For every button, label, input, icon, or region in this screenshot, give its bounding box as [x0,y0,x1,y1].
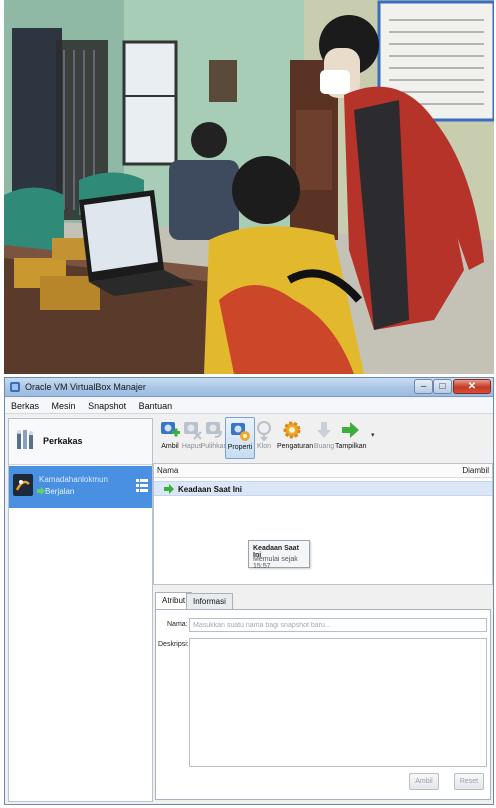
window-title: Oracle VM VirtualBox Manajer [25,382,146,392]
clone-button[interactable]: Klon [249,417,279,459]
tab-information[interactable]: Informasi [186,593,233,609]
show-arrow-icon [342,422,359,438]
reset-button[interactable]: Reset [454,773,484,790]
running-arrow-icon [37,487,45,495]
vm-tools-menu-icon[interactable] [136,478,148,493]
clone-icon [257,421,271,441]
column-name-header[interactable]: Nama [157,466,178,475]
column-taken-header[interactable]: Diambil [462,466,489,475]
menu-mesin[interactable]: Mesin [46,398,80,411]
clone-label: Klon [256,443,271,450]
restore-snapshot-icon [206,422,222,438]
snapshot-toolbar: Ambil Hapus Pulihkan Properti Klon Penga… [153,415,493,462]
event-photo [4,0,494,374]
vm-name: Kamadahanlokmun [39,475,108,484]
tools-label: Perkakas [43,436,83,446]
current-state-row[interactable]: Keadaan Saat Ini [154,481,492,496]
close-button[interactable]: ✕ [453,379,491,394]
machine-list-pane: Perkakas Kamadahanlokmun Berjalan [8,418,153,802]
settings-label: Pengaturan [277,443,314,450]
menu-snapshot[interactable]: Snapshot [82,398,130,411]
menu-bar: Berkas Mesin Snapshot Bantuan [5,398,493,414]
current-state-label: Keadaan Saat Ini [178,485,243,494]
snapshot-name-input[interactable] [189,618,487,632]
properties-icon [231,423,250,441]
menu-bantuan[interactable]: Bantuan [133,398,177,411]
name-label: Nama: [167,621,188,628]
title-bar[interactable]: Oracle VM VirtualBox Manajer – □ ✕ [5,378,493,397]
snapshot-header: Nama Diambil [154,464,492,478]
tools-item[interactable]: Perkakas [9,419,152,465]
snapshot-details-pane: Atribut Informasi Nama: Deskripsi: Ambil… [153,587,493,802]
tools-icon [17,430,33,449]
toolbar-more-dropdown[interactable]: ▾ [371,431,375,439]
vm-os-icon [13,474,33,496]
show-button[interactable]: Tampilkan [335,417,367,459]
snapshot-tree: Nama Diambil Keadaan Saat Ini Keadaan Sa… [153,463,493,585]
virtualbox-app-icon [10,382,20,392]
photo-scene [4,0,494,374]
show-label: Tampilkan [335,443,367,450]
description-label: Deskripsi: [158,641,189,648]
minimize-button[interactable]: – [414,379,433,394]
apply-button[interactable]: Ambil [409,773,439,790]
manager-main-area: Perkakas Kamadahanlokmun Berjalan Ambil … [5,415,493,804]
virtualbox-manager-window: Oracle VM VirtualBox Manajer – □ ✕ Berka… [4,377,494,805]
maximize-button[interactable]: □ [433,379,452,394]
menu-berkas[interactable]: Berkas [5,398,43,411]
settings-button[interactable]: Pengaturan [277,417,314,459]
settings-gear-icon [283,421,301,439]
current-state-tooltip: Keadaan Saat Ini Memulai sejak 15:57 [248,540,310,570]
vm-state: Berjalan [45,487,75,496]
current-state-arrow-icon [164,484,174,494]
snapshot-description-input[interactable] [189,638,487,767]
discard-icon [317,422,331,438]
attributes-panel: Nama: Deskripsi: Ambil Reset [155,609,491,800]
tooltip-detail: Memulai sejak 15:57 [253,556,298,570]
vm-list-item[interactable]: Kamadahanlokmun Berjalan [9,466,152,508]
